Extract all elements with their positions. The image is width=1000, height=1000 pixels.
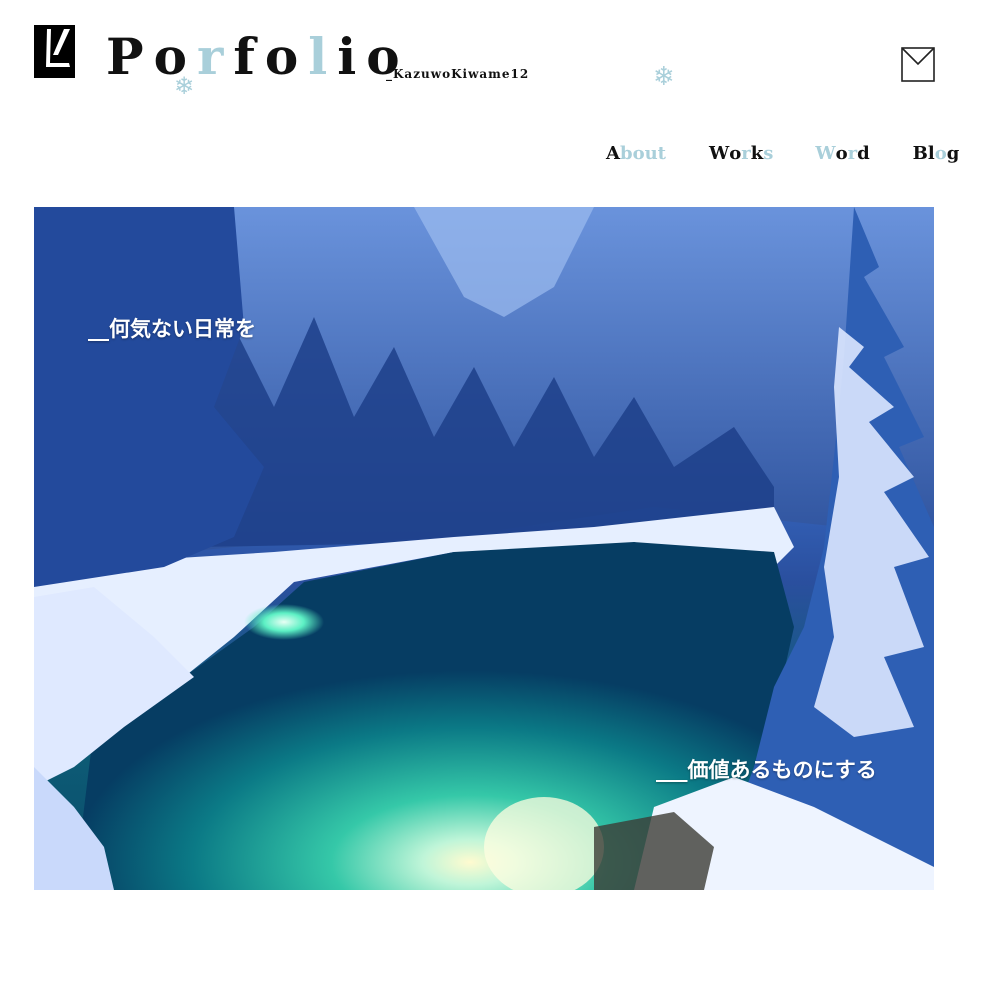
winter-lake-illustration [34, 207, 934, 890]
snowflake-icon: ❄ [174, 72, 195, 100]
site-subtitle: _KazuwoKiwame12 [386, 67, 530, 81]
site-title: Porfolio [106, 22, 410, 92]
nav-word-link[interactable]: Word [815, 140, 869, 170]
title-letter: P [106, 27, 154, 86]
nav-works-link[interactable]: Works [709, 140, 773, 170]
hero-image: __何気ない日常を ___価値あるものにする [34, 207, 934, 890]
title-letter-accent: l [308, 27, 338, 86]
title-letter: o [264, 27, 309, 86]
nav-blog-link[interactable]: Blog [913, 140, 960, 170]
title-letter: i [337, 27, 367, 86]
nav-about-link[interactable]: About [606, 140, 666, 170]
main-nav: About Works Word Blog [606, 140, 959, 170]
title-letter-accent: r [196, 27, 234, 86]
hero-caption-top: __何気ない日常を [88, 316, 256, 341]
hero-caption-bottom: ___価値あるものにする [656, 757, 877, 782]
snowflake-icon: ❄ [653, 62, 675, 92]
logo-mark-icon[interactable] [34, 25, 75, 78]
envelope-icon[interactable] [901, 47, 935, 82]
title-letter: f [233, 27, 265, 86]
